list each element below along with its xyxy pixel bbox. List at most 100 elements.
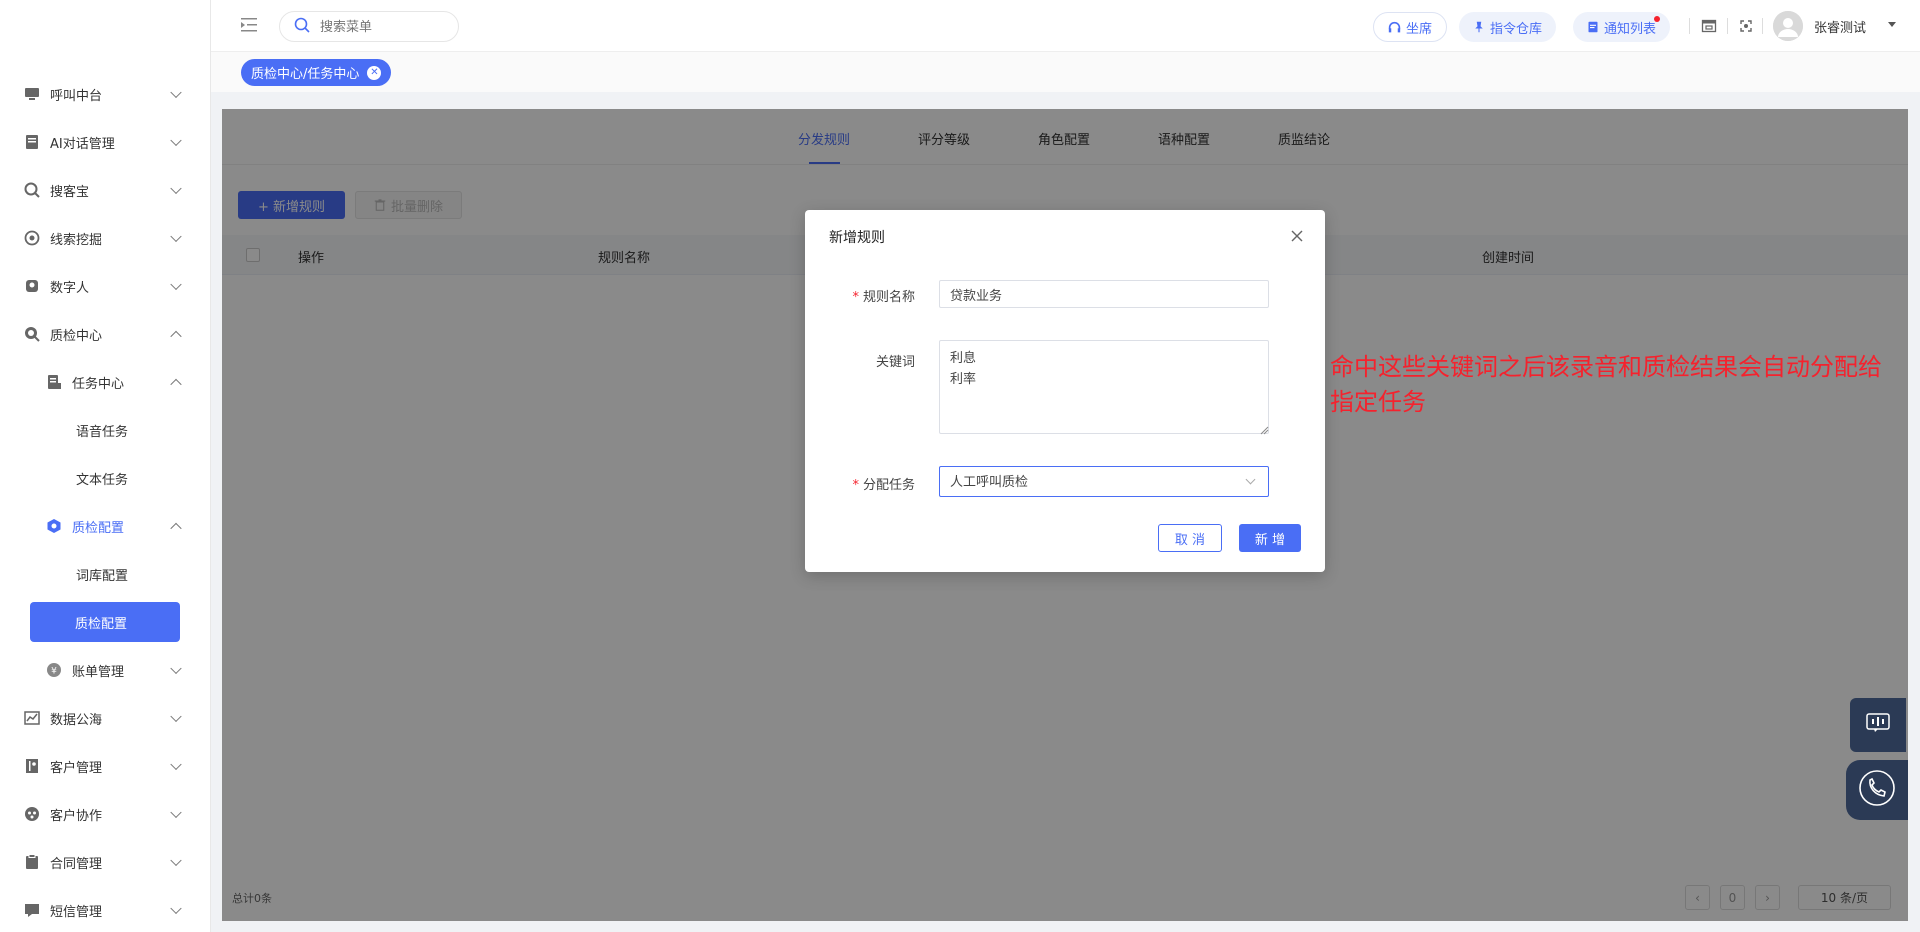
sidebar-item-label: 呼叫中台: [50, 88, 103, 104]
chevron-down-icon: [170, 86, 182, 99]
notification-dot: [1654, 16, 1661, 22]
chevron-down-icon: [170, 278, 182, 291]
task-select[interactable]: 人工呼叫质检: [939, 466, 1269, 497]
rule-name-input[interactable]: [939, 280, 1269, 308]
command-repo-label: 指令仓库: [1490, 21, 1543, 37]
command-repo-button[interactable]: 指令仓库: [1459, 12, 1557, 42]
digital-human-icon: [24, 278, 40, 294]
chevron-up-icon: [170, 378, 182, 391]
sidebar-item-label: 线索挖掘: [50, 232, 103, 248]
phone-float-button[interactable]: [1846, 760, 1908, 820]
chevron-down-icon: [170, 806, 182, 819]
sidebar: 呼叫中台 AI对话管理 搜客宝 线索挖掘 数字人 质检中心 任务中心 语音任务 …: [0, 0, 211, 932]
annotation-text: 命中这些关键词之后该录音和质检结果会自动分配给指定任务: [1330, 353, 1882, 416]
sidebar-item-label: 质检配置: [72, 520, 125, 536]
chevron-down-icon: [170, 854, 182, 867]
chevron-down-icon: [170, 902, 182, 915]
capture-icon[interactable]: [1738, 18, 1754, 34]
header-divider: [1762, 18, 1763, 34]
sidebar-item-label: 任务中心: [72, 376, 125, 392]
sidebar-item-soukebao[interactable]: 搜客宝: [0, 166, 210, 214]
phone-icon: [1858, 769, 1896, 811]
monitor-icon: [24, 86, 40, 102]
sidebar-item-customer-mgmt[interactable]: 客户管理: [0, 742, 210, 790]
sidebar-item-inspection-center[interactable]: 质检中心: [0, 310, 210, 358]
task-label: * 分配任务: [852, 478, 915, 493]
sidebar-item-label: 短信管理: [50, 904, 103, 920]
chevron-down-icon: [170, 230, 182, 243]
screen-icon[interactable]: [1701, 18, 1717, 34]
sidebar-item-label: 客户协作: [50, 808, 103, 824]
rule-name-label: * 规则名称: [852, 290, 915, 305]
sidebar-item-label: 语音任务: [76, 424, 129, 440]
page-tag[interactable]: 质检中心/任务中心 ✕: [241, 59, 392, 86]
sidebar-item-label: 搜客宝: [50, 184, 90, 200]
sidebar-item-label: 数据公海: [50, 712, 103, 728]
menu-fold-icon[interactable]: [241, 18, 257, 32]
close-icon[interactable]: [1289, 228, 1305, 244]
close-icon[interactable]: ✕: [367, 65, 382, 80]
contacts-icon: [24, 758, 40, 774]
menu-search[interactable]: [279, 11, 459, 42]
book-icon: [24, 134, 40, 150]
add-rule-modal: 新增规则 *规则名称 关键词 利息 利率 *分配任务 人工呼叫质检 取 消 新 …: [805, 210, 1325, 572]
sidebar-item-contract-mgmt[interactable]: 合同管理: [0, 838, 210, 886]
seat-button[interactable]: 坐席: [1373, 12, 1448, 42]
sidebar-item-label: AI对话管理: [50, 136, 115, 152]
sidebar-item-lexicon-config[interactable]: 词库配置: [0, 550, 210, 598]
search-input[interactable]: [320, 19, 440, 34]
task-doc-icon: [46, 374, 62, 390]
voice-wave-icon: [1866, 713, 1890, 737]
message-icon: [24, 902, 40, 918]
chevron-down-icon: [170, 758, 182, 771]
sidebar-item-qc-config-selected[interactable]: 质检配置: [30, 602, 180, 642]
sidebar-item-label: 质检中心: [50, 328, 103, 344]
sidebar-item-text-task[interactable]: 文本任务: [0, 454, 210, 502]
sidebar-item-voice-task[interactable]: 语音任务: [0, 406, 210, 454]
chevron-down-icon: [1245, 474, 1256, 485]
search-circle-icon: [24, 182, 40, 198]
username[interactable]: 张睿测试: [1814, 17, 1866, 36]
sidebar-item-task-center[interactable]: 任务中心: [0, 358, 210, 406]
sidebar-item-qc-config-group[interactable]: 质检配置: [0, 502, 210, 550]
sidebar-item-label: 文本任务: [76, 472, 129, 488]
sidebar-item-ai-dialog[interactable]: AI对话管理: [0, 118, 210, 166]
chart-line-icon: [24, 710, 40, 726]
sidebar-item-label: 合同管理: [50, 856, 103, 872]
header-divider: [1689, 18, 1690, 34]
search-icon: [294, 17, 310, 37]
hexagon-icon: [46, 518, 62, 534]
keywords-textarea[interactable]: 利息 利率: [939, 340, 1269, 434]
sidebar-item-lead-mining[interactable]: 线索挖掘: [0, 214, 210, 262]
cancel-button[interactable]: 取 消: [1158, 524, 1222, 552]
sidebar-item-label: 数字人: [50, 280, 90, 296]
caret-down-icon[interactable]: [1888, 22, 1896, 27]
sidebar-item-data-pool[interactable]: 数据公海: [0, 694, 210, 742]
notice-list-button[interactable]: 通知列表: [1573, 12, 1671, 42]
top-header: 坐席 指令仓库 通知列表 张睿测试: [211, 0, 1920, 52]
voice-float-button[interactable]: [1850, 698, 1906, 752]
sidebar-item-digital-human[interactable]: 数字人: [0, 262, 210, 310]
avatar[interactable]: [1773, 11, 1803, 41]
sidebar-item-customer-collab[interactable]: 客户协作: [0, 790, 210, 838]
sidebar-item-label: 词库配置: [76, 568, 129, 584]
sidebar-item-billing[interactable]: ¥ 账单管理: [0, 646, 210, 694]
clipboard-icon: [24, 854, 40, 870]
headset-icon: [1388, 21, 1401, 34]
task-select-value: 人工呼叫质检: [950, 474, 1029, 489]
sidebar-item-label: 客户管理: [50, 760, 103, 776]
chevron-up-icon: [170, 330, 182, 343]
resize-handle-icon[interactable]: [1260, 424, 1269, 435]
sidebar-nav: 呼叫中台 AI对话管理 搜客宝 线索挖掘 数字人 质检中心 任务中心 语音任务 …: [0, 70, 210, 932]
sidebar-item-label: 账单管理: [72, 664, 125, 680]
sidebar-item-call-center[interactable]: 呼叫中台: [0, 70, 210, 118]
tag-bar: 质检中心/任务中心 ✕: [211, 52, 1920, 92]
svg-text:¥: ¥: [51, 667, 57, 677]
target-icon: [24, 230, 40, 246]
chevron-down-icon: [170, 134, 182, 147]
notice-doc-icon: [1587, 21, 1599, 33]
collaboration-icon: [24, 806, 40, 822]
sidebar-item-sms-mgmt[interactable]: 短信管理: [0, 886, 210, 932]
submit-button[interactable]: 新 增: [1239, 524, 1301, 552]
coin-icon: ¥: [46, 662, 62, 678]
